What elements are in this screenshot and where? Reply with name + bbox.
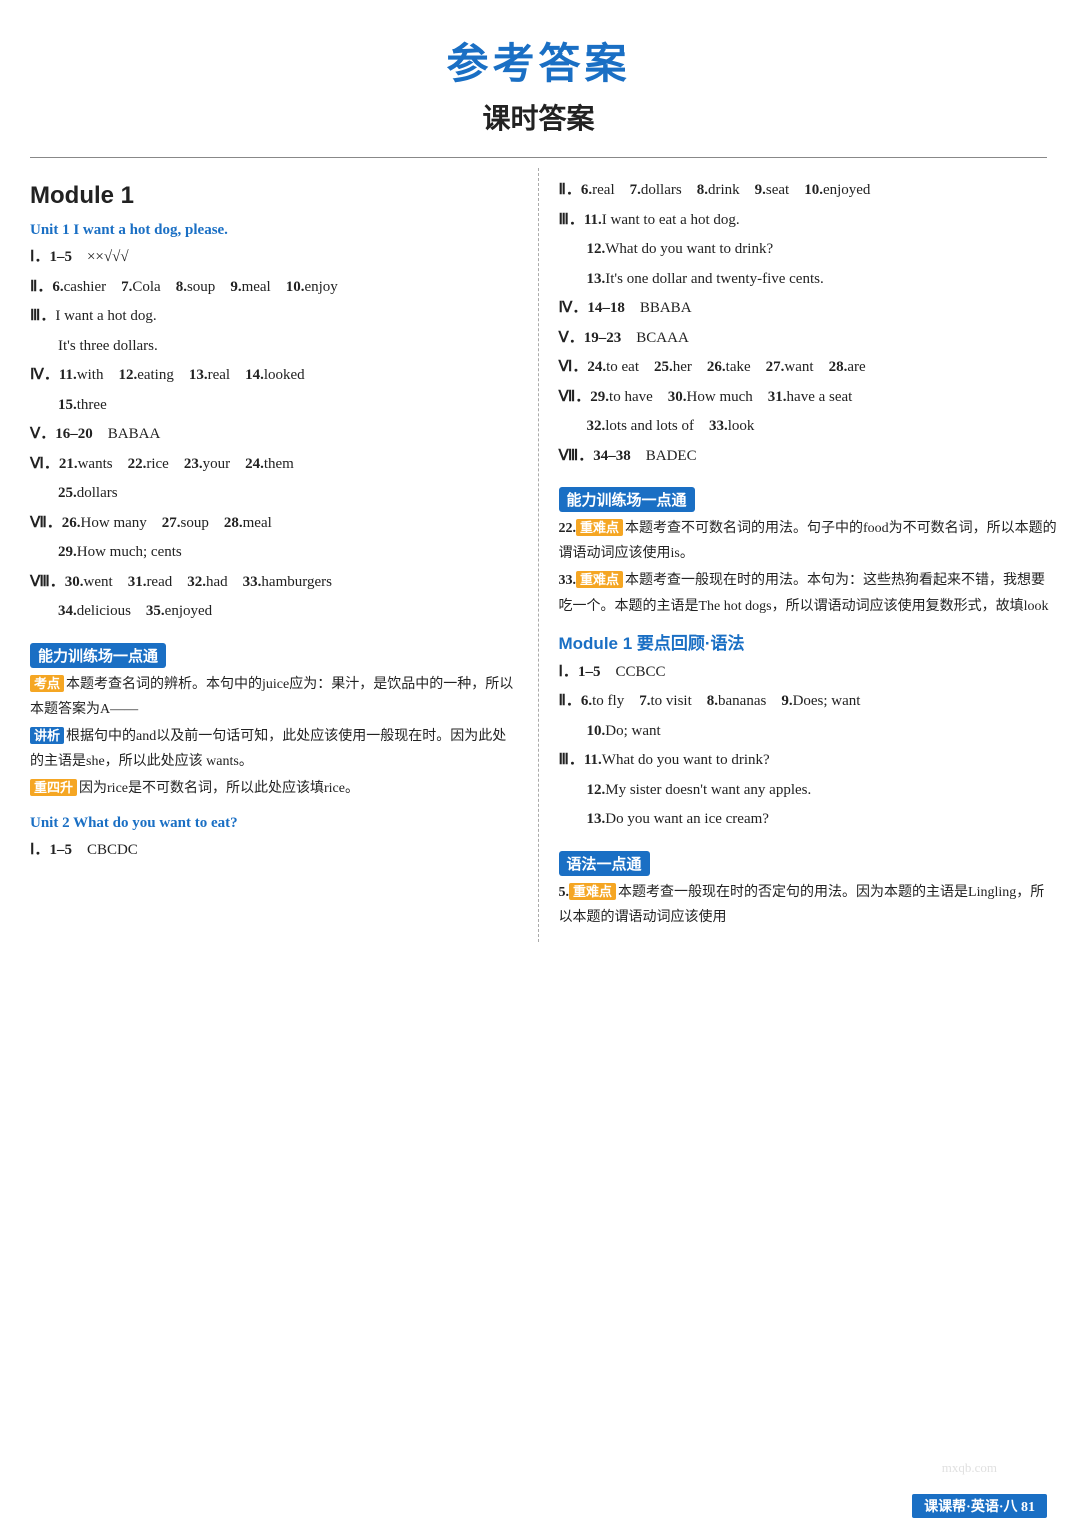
roman-viii: Ⅷ． xyxy=(30,574,65,590)
answer-iv-2: 15.three xyxy=(30,393,518,419)
mr-answer-iii-12: 12.My sister doesn't want any apples. xyxy=(559,778,1058,804)
answer-vi-2: 25.dollars xyxy=(30,481,518,507)
note2-2: 33.重难点本题考查一般现在时的用法。本句为：这些热狗看起来不错，我想要吃一个。… xyxy=(559,568,1058,618)
module-title: Module 1 xyxy=(30,182,518,210)
note-tag-r2: 重难点 xyxy=(576,571,623,588)
module-review-title: Module 1 要点回顾·语法 xyxy=(559,629,1058,654)
r-answer-iii-13: 13.It's one dollar and twenty-five cents… xyxy=(559,267,1058,293)
note-tag-3: 重四升 xyxy=(30,779,77,796)
ability-box-1: 能力训练场一点通 xyxy=(30,635,518,672)
answer-vii-2: 29.How much; cents xyxy=(30,540,518,566)
r-answer-vii: Ⅶ．29.to have 30.How much 31.have a seat xyxy=(559,385,1058,411)
right-column: Ⅱ．6.real 7.dollars 8.drink 9.seat 10.enj… xyxy=(539,168,1077,942)
mr-answer-i: Ⅰ．1–5 CCBCC xyxy=(559,660,1058,686)
r-answer-iv: Ⅳ．14–18 BBABA xyxy=(559,296,1058,322)
unit2-title: Unit 2 What do you want to eat? xyxy=(30,815,518,832)
r-answer-viii: Ⅷ．34–38 BADEC xyxy=(559,444,1058,470)
answer-viii: Ⅷ．30.went 31.read 32.had 33.hamburgers xyxy=(30,570,518,596)
unit1-title: Unit 1 I want a hot dog, please. xyxy=(30,222,518,239)
answer-ii: Ⅱ．6.cashier 7.Cola 8.soup 9.meal 10.enjo… xyxy=(30,275,518,301)
answer-vii: Ⅶ．26.How many 27.soup 28.meal xyxy=(30,511,518,537)
mr-answer-ii: Ⅱ．6.to fly 7.to visit 8.bananas 9.Does; … xyxy=(559,689,1058,715)
r-answer-ii: Ⅱ．6.real 7.dollars 8.drink 9.seat 10.enj… xyxy=(559,178,1058,204)
mr-answer-iii: Ⅲ．11.What do you want to drink? xyxy=(559,748,1058,774)
roman-iv: Ⅳ． xyxy=(30,367,59,383)
roman-vii: Ⅶ． xyxy=(30,515,62,531)
footer-page-label: 课课帮·英语·八 81 xyxy=(912,1494,1047,1518)
r-answer-vii-32: 32.lots and lots of 33.look xyxy=(559,414,1058,440)
answer-i-u2: Ⅰ．1–5 CBCDC xyxy=(30,838,518,864)
answer-iii: Ⅲ．I want a hot dog. xyxy=(30,304,518,330)
two-col-layout: Module 1 Unit 1 I want a hot dog, please… xyxy=(0,168,1077,942)
main-title: 参考答案 xyxy=(0,30,1077,91)
note-tag-1: 考点 xyxy=(30,675,64,692)
sub-title: 课时答案 xyxy=(0,97,1077,137)
answer-iii-2: It's three dollars. xyxy=(30,334,518,360)
roman-i-u2: Ⅰ． xyxy=(30,842,49,858)
r-answer-iii-12: 12.What do you want to drink? xyxy=(559,237,1058,263)
answer-vi: Ⅵ．21.wants 22.rice 23.your 24.them xyxy=(30,452,518,478)
top-divider xyxy=(30,157,1047,158)
roman-ii: Ⅱ． xyxy=(30,279,52,295)
roman-v: Ⅴ． xyxy=(30,426,55,442)
note-tag-r1: 重难点 xyxy=(576,519,623,536)
mr-answer-ii-10: 10.Do; want xyxy=(559,719,1058,745)
note1-3: 重四升因为rice是不可数名词，所以此处应该填rice。 xyxy=(30,776,518,801)
note1-1: 考点本题考查名词的辨析。本句中的juice应为：果汁，是饮品中的一种，所以本题答… xyxy=(30,672,518,722)
ability-box-2: 能力训练场一点通 xyxy=(559,479,1058,516)
answer-viii-2: 34.delicious 35.enjoyed xyxy=(30,599,518,625)
r-answer-iii: Ⅲ．11.I want to eat a hot dog. xyxy=(559,208,1058,234)
answer-v: Ⅴ．16–20 BABAA xyxy=(30,422,518,448)
left-column: Module 1 Unit 1 I want a hot dog, please… xyxy=(0,168,539,942)
roman-i: Ⅰ． xyxy=(30,249,49,265)
watermark: mxqb.com xyxy=(942,1460,997,1476)
footer-bar: 课课帮·英语·八 81 xyxy=(912,1494,1047,1518)
ability-label-1: 能力训练场一点通 xyxy=(30,643,166,668)
grammar-note: 5.重难点本题考查一般现在时的否定句的用法。因为本题的主语是Lingling，所… xyxy=(559,880,1058,930)
roman-vi: Ⅵ． xyxy=(30,456,59,472)
r-answer-vi: Ⅵ．24.to eat 25.her 26.take 27.want 28.ar… xyxy=(559,355,1058,381)
roman-iii: Ⅲ． xyxy=(30,308,55,324)
note1-2: 讲析根据句中的and以及前一句话可知，此处应该使用一般现在时。因为此处的主语是s… xyxy=(30,724,518,774)
page-container: 参考答案 课时答案 Module 1 Unit 1 I want a hot d… xyxy=(0,0,1077,1536)
answer-i: Ⅰ．1–5 ××√√√ xyxy=(30,245,518,271)
note-tag-g1: 重难点 xyxy=(569,883,616,900)
grammar-box: 语法一点通 xyxy=(559,843,1058,880)
ability-label-2: 能力训练场一点通 xyxy=(559,487,695,512)
note2-1: 22.重难点本题考查不可数名词的用法。句子中的food为不可数名词，所以本题的谓… xyxy=(559,516,1058,566)
note-tag-2: 讲析 xyxy=(30,727,64,744)
header: 参考答案 课时答案 xyxy=(0,0,1077,147)
answer-iv: Ⅳ．11.with 12.eating 13.real 14.looked xyxy=(30,363,518,389)
mr-answer-iii-13: 13.Do you want an ice cream? xyxy=(559,807,1058,833)
grammar-label: 语法一点通 xyxy=(559,851,650,876)
r-answer-v: Ⅴ．19–23 BCAAA xyxy=(559,326,1058,352)
